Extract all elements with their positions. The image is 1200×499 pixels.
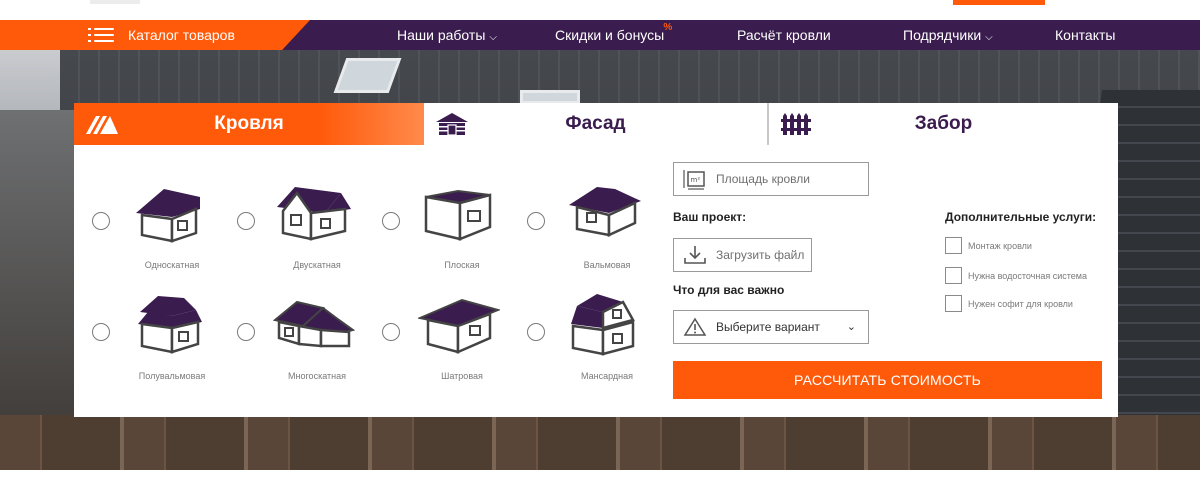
roof-type-label: Шатровая [441,371,483,381]
area-measure-icon: m² [683,170,705,190]
tab-roof[interactable]: Кровля [74,103,424,145]
priority-select-value: Выберите вариант [716,320,820,334]
catalog-label: Каталог товаров [128,27,235,43]
background-roof-photo [60,50,1200,110]
background-window [520,90,580,104]
nav-item-our-works[interactable]: Наши работы ⌵ [397,27,497,43]
roof-type-label: Мансардная [581,371,633,381]
important-label: Что для вас важно [673,283,785,297]
radio-button[interactable] [382,323,400,341]
tab-label: Фасад [565,113,626,134]
priority-select[interactable]: Выберите вариант ⌄ [673,310,869,344]
roof-type-single-pitch[interactable]: Односкатная [74,145,219,270]
extra-services-label: Дополнительные услуги: [945,210,1097,224]
nav-item-label: Контакты [1055,27,1116,43]
roof-type-tent[interactable]: Шатровая [364,256,509,381]
single-pitch-roof-icon [136,189,200,243]
upload-file-button[interactable]: Загрузить файл [673,238,812,272]
extra-roof-installation[interactable]: Монтаж кровли [945,237,1032,254]
nav-item-label: Наши работы [397,27,486,43]
catalog-menu-button[interactable]: Каталог товаров [0,20,310,50]
extra-label: Нужен софит для кровли [968,298,1073,309]
radio-button[interactable] [237,323,255,341]
header-callback-button[interactable] [953,0,1045,5]
flat-roof-icon [424,189,492,241]
checkbox[interactable] [945,237,962,254]
multi-pitch-roof-icon [273,300,355,348]
page-below-hero [0,470,1200,499]
nav-item-contractors[interactable]: Подрядчики ⌵ [903,27,993,43]
radio-button[interactable] [382,212,400,230]
nav-item-roof-calc[interactable]: Расчёт кровли [737,27,831,43]
extra-soffit[interactable]: Нужен софит для кровли [945,295,1073,312]
warning-icon [683,317,707,336]
roof-type-label: Полувальмовая [138,371,206,381]
roof-area-placeholder: Площадь кровли [716,172,810,186]
roof-type-half-hip[interactable]: Полувальмовая [74,256,219,381]
radio-button[interactable] [237,212,255,230]
calculate-cost-button[interactable]: РАССЧИТАТЬ СТОИМОСТЬ [673,361,1102,399]
roof-type-gable[interactable]: Двускатная [219,145,364,270]
percent-badge: % [663,22,673,33]
tab-label: Забор [914,113,973,134]
checkbox[interactable] [945,295,962,312]
tab-facade[interactable]: Фасад [424,103,769,145]
mansard-roof-icon [571,294,635,356]
calculator-tabs: Кровля Фасад Забор [74,103,1118,145]
nav-item-discounts[interactable]: Скидки и бонусы% [555,22,672,43]
nav-item-label: Подрядчики [903,27,982,43]
logo-fragment [90,0,140,4]
radio-button[interactable] [92,323,110,341]
roof-type-multi-pitch[interactable]: Многоскатная [219,256,364,381]
extra-label: Нужна водосточная система [968,270,1087,281]
extra-label: Монтаж кровли [968,240,1032,251]
project-label: Ваш проект: [673,210,747,224]
gable-roof-icon [277,187,351,241]
background-facade-wall [0,415,1200,470]
nav-item-label: Скидки и бонусы [555,27,665,43]
radio-button[interactable] [527,212,545,230]
download-icon [684,246,706,264]
chevron-down-icon: ⌄ [846,321,856,333]
extra-drainage-system[interactable]: Нужна водосточная система [945,267,1087,284]
roof-area-input[interactable]: m² Площадь кровли [673,162,869,196]
checkbox[interactable] [945,267,962,284]
half-hip-roof-icon [138,296,202,354]
chevron-down-icon: ⌵ [489,32,497,43]
roof-type-hip[interactable]: Вальмовая [509,145,654,270]
top-header-strip [0,0,1200,20]
menu-icon [88,27,114,44]
roof-type-flat[interactable]: Плоская [364,145,509,270]
radio-button[interactable] [527,323,545,341]
roof-calculator-panel: Односкатная Двускатная Плоская Вальмовая… [74,145,1118,417]
tab-fence[interactable]: Забор [769,103,1118,145]
hip-roof-icon [569,187,641,237]
upload-file-label: Загрузить файл [716,248,805,262]
radio-button[interactable] [92,212,110,230]
tab-label: Кровля [214,113,284,134]
roof-type-label: Многоскатная [288,371,346,381]
nav-item-contacts[interactable]: Контакты [1055,27,1115,43]
roof-type-mansard[interactable]: Мансардная [509,256,654,381]
chevron-down-icon: ⌵ [985,32,993,43]
nav-item-label: Расчёт кровли [737,27,831,43]
tent-roof-icon [418,298,500,354]
svg-text:m²: m² [691,176,701,184]
main-navigation: Каталог товаров Наши работы ⌵ Скидки и бо… [0,20,1200,50]
